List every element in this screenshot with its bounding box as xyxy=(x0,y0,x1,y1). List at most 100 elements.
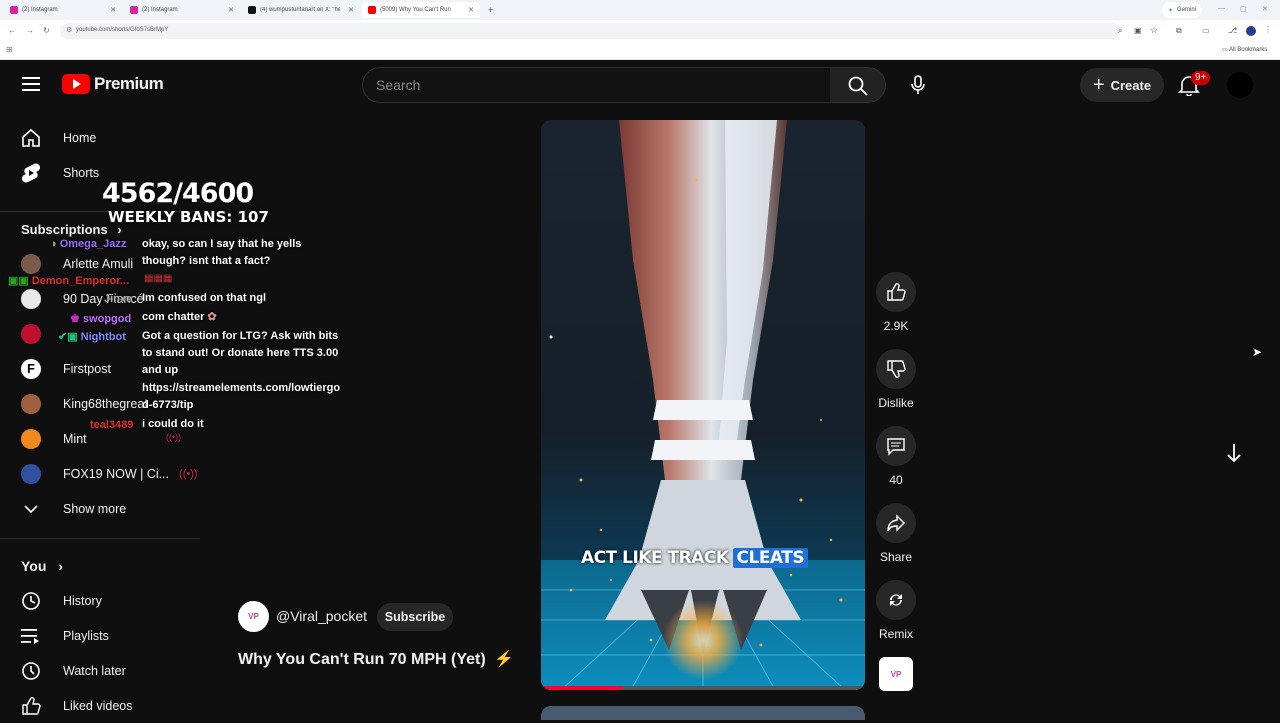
channel-avatar xyxy=(21,393,41,414)
account-avatar[interactable] xyxy=(1227,72,1253,98)
video-progress-bar[interactable] xyxy=(541,686,622,690)
close-icon[interactable]: ✕ xyxy=(468,6,474,14)
thumbs-up-icon xyxy=(887,283,906,301)
zoom-icon[interactable]: ⌕ xyxy=(1118,26,1122,36)
back-icon[interactable]: ← xyxy=(8,26,16,35)
all-bookmarks-link[interactable]: ▭ All Bookmarks xyxy=(1222,46,1267,53)
next-short-preview[interactable] xyxy=(541,706,865,720)
short-title-text: Why You Can't Run 70 MPH (Yet) xyxy=(238,651,486,668)
badge-icon: ✔▣ xyxy=(58,331,81,343)
cast-icon[interactable]: ▣ xyxy=(1134,26,1142,35)
search-icon xyxy=(848,76,868,96)
hamburger-menu-icon[interactable] xyxy=(22,76,40,92)
all-bookmarks-label: All Bookmarks xyxy=(1229,47,1268,53)
search-input[interactable]: Search xyxy=(362,67,831,103)
sidebar-item-history[interactable]: History xyxy=(0,583,200,618)
gemini-button[interactable]: ✦ Gemini xyxy=(1162,2,1202,18)
site-info-icon[interactable]: ⚙ xyxy=(66,26,72,34)
channel-avatar xyxy=(21,428,41,449)
browser-tab[interactable]: (4) wumpusfunfanart on X: "he... ✕ xyxy=(242,2,360,18)
chevron-down-icon xyxy=(21,499,41,519)
maximize-icon[interactable]: ▢ xyxy=(1240,5,1247,13)
comment-icon xyxy=(887,438,905,456)
live-icon: ((•)) xyxy=(179,467,198,480)
voice-search-button[interactable] xyxy=(900,67,936,103)
you-heading[interactable]: You › xyxy=(21,558,63,574)
apps-grid-icon[interactable]: ⊞ xyxy=(6,45,13,54)
caption-text: ACT LIKE TRACK xyxy=(581,548,729,568)
chat-username: ▣▣ Demon_Emperor... xyxy=(8,274,129,287)
extension-icon[interactable]: ⎇ xyxy=(1228,26,1237,35)
chat-message: to stand out! Or donate here TTS 3.00 xyxy=(142,347,339,359)
badge-icon: ▣▣ xyxy=(8,275,32,287)
comment-count: 40 xyxy=(889,473,903,487)
window-close-icon[interactable]: ✕ xyxy=(1262,5,1268,13)
youtube-logo-icon xyxy=(62,74,90,94)
subscribe-button[interactable]: Subscribe xyxy=(377,603,453,631)
sidebar-item-watch-later[interactable]: Watch later xyxy=(0,653,200,688)
home-icon xyxy=(21,128,41,148)
url-text[interactable]: youtube.com/shorts/GfoS7sBrMpY xyxy=(76,27,168,33)
subscription-label: Arlette Amuli xyxy=(63,256,134,271)
short-video-player[interactable]: ACT LIKE TRACK CLEATS xyxy=(541,120,865,690)
tab-title: (2) Instagram xyxy=(22,7,58,13)
dislike-button[interactable] xyxy=(876,349,916,389)
audio-thumbnail[interactable]: VP xyxy=(879,657,913,691)
omnibox[interactable] xyxy=(60,23,1120,39)
like-button[interactable] xyxy=(876,272,916,312)
sidebar-item-home[interactable]: Home xyxy=(0,120,200,155)
microphone-icon xyxy=(911,75,925,94)
browser-tab[interactable]: (2) Instagram ✕ xyxy=(4,2,122,18)
channel-avatar[interactable]: VP xyxy=(238,601,269,632)
bookmark-star-icon[interactable]: ☆ xyxy=(1150,25,1158,36)
sidebar-item-playlists[interactable]: Playlists xyxy=(0,618,200,653)
next-short-button[interactable] xyxy=(1214,433,1254,473)
menu-dots-icon[interactable]: ⋮ xyxy=(1264,25,1272,34)
profile-avatar[interactable] xyxy=(1246,26,1256,36)
browser-tab[interactable]: (2) Instagram ✕ xyxy=(124,2,240,18)
browser-tab-active[interactable]: (5009) Why You Can't Run ✕ xyxy=(362,2,480,18)
weekly-bans: WEEKLY BANS: 107 xyxy=(108,208,269,226)
search-button[interactable] xyxy=(830,67,886,103)
subscription-label: Mint xyxy=(63,431,87,446)
chat-message: Got a question for LTG? Ask with bits xyxy=(142,330,339,342)
chat-message: i could do it xyxy=(142,418,204,430)
notifications-button[interactable]: 9+ xyxy=(1178,71,1211,98)
sidebar-item-label: Watch later xyxy=(63,663,126,678)
comments-button[interactable] xyxy=(876,426,916,466)
forward-icon[interactable]: → xyxy=(26,26,34,35)
reload-icon[interactable]: ↻ xyxy=(43,26,50,35)
thumbs-up-icon xyxy=(21,696,41,716)
shorts-icon xyxy=(21,163,41,183)
channel-avatar: F xyxy=(21,358,41,379)
sidebar-subscription[interactable]: FOX19 NOW | Ci... ((•)) xyxy=(0,456,200,491)
minimize-icon[interactable]: — xyxy=(1218,5,1225,12)
history-icon xyxy=(21,591,41,611)
new-tab-button[interactable]: + xyxy=(482,2,496,18)
close-icon[interactable]: ✕ xyxy=(348,6,354,14)
show-more-button[interactable]: Show more xyxy=(0,491,200,526)
share-button[interactable] xyxy=(876,503,916,543)
remix-button[interactable] xyxy=(876,580,916,620)
sidebar-item-label: Shorts xyxy=(63,165,100,180)
sidebar-item-liked-videos[interactable]: Liked videos xyxy=(0,688,200,723)
chevron-right-icon: › xyxy=(58,558,63,574)
close-icon[interactable]: ✕ xyxy=(228,6,234,14)
x-logo-icon xyxy=(248,6,256,14)
search-placeholder: Search xyxy=(376,77,421,93)
subscriptions-heading[interactable]: Subscriptions › xyxy=(21,222,122,237)
close-icon[interactable]: ✕ xyxy=(110,6,116,14)
short-title[interactable]: Why You Can't Run 70 MPH (Yet) ⚡ xyxy=(238,649,514,669)
create-button[interactable]: + Create xyxy=(1080,68,1164,102)
chat-username: ◑ Omega_Jazz xyxy=(50,238,126,250)
sidebar-divider xyxy=(0,538,200,539)
chat-message: and up xyxy=(142,364,179,376)
youtube-premium-logo[interactable]: Premium xyxy=(62,74,164,94)
remix-icon xyxy=(890,594,902,606)
chat-username: Jinxe xyxy=(104,293,133,305)
live-icon: ((•)) xyxy=(166,432,182,442)
channel-name[interactable]: @Viral_pocket xyxy=(276,608,367,624)
extensions-icon[interactable]: ⧉ xyxy=(1176,26,1182,36)
sidepanel-icon[interactable]: ▭ xyxy=(1202,26,1210,35)
lightning-icon: ⚡ xyxy=(494,651,515,668)
